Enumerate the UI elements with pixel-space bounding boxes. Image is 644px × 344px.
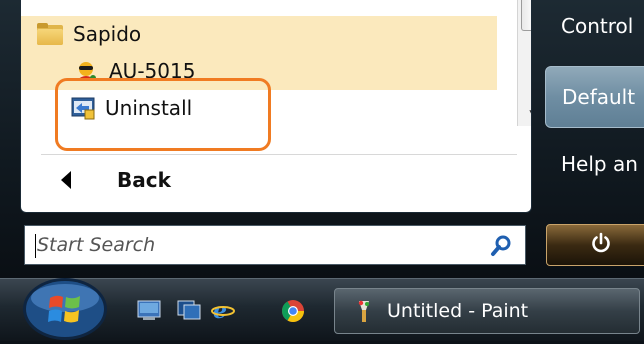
search-icon[interactable] xyxy=(489,234,513,258)
switch-windows-icon[interactable] xyxy=(177,299,201,321)
default-programs-link[interactable]: Default xyxy=(545,66,644,128)
divider xyxy=(41,154,517,155)
back-label: Back xyxy=(117,168,171,192)
taskbar-button-paint[interactable]: Untitled - Paint xyxy=(334,288,640,334)
show-desktop-icon[interactable] xyxy=(137,299,161,321)
control-panel-link[interactable]: Control xyxy=(561,14,633,38)
default-programs-label: Default xyxy=(562,85,636,109)
list-item-sapido[interactable]: Sapido xyxy=(21,16,497,52)
start-orb-button[interactable] xyxy=(22,276,108,340)
paint-icon xyxy=(353,299,375,323)
text-cursor xyxy=(35,234,36,258)
power-icon xyxy=(590,232,612,258)
start-search-box[interactable] xyxy=(24,225,526,265)
taskbar-button-label: Untitled - Paint xyxy=(387,300,529,322)
chrome-icon[interactable] xyxy=(281,299,305,322)
folder-icon xyxy=(37,23,63,45)
back-arrow-icon xyxy=(61,171,71,189)
annotation-highlight xyxy=(55,78,271,151)
list-item-label: Sapido xyxy=(73,22,142,46)
scroll-down-icon[interactable]: ▼ xyxy=(522,104,531,124)
svg-text:e: e xyxy=(213,299,227,321)
scrollbar-thumb[interactable] xyxy=(521,0,531,31)
internet-explorer-icon[interactable]: e xyxy=(211,298,235,324)
back-button[interactable]: Back xyxy=(61,160,361,200)
search-input[interactable] xyxy=(25,233,479,257)
power-button[interactable] xyxy=(546,224,644,266)
help-and-support-link[interactable]: Help an xyxy=(561,152,638,176)
programs-scrollbar[interactable]: ▼ xyxy=(517,0,531,126)
